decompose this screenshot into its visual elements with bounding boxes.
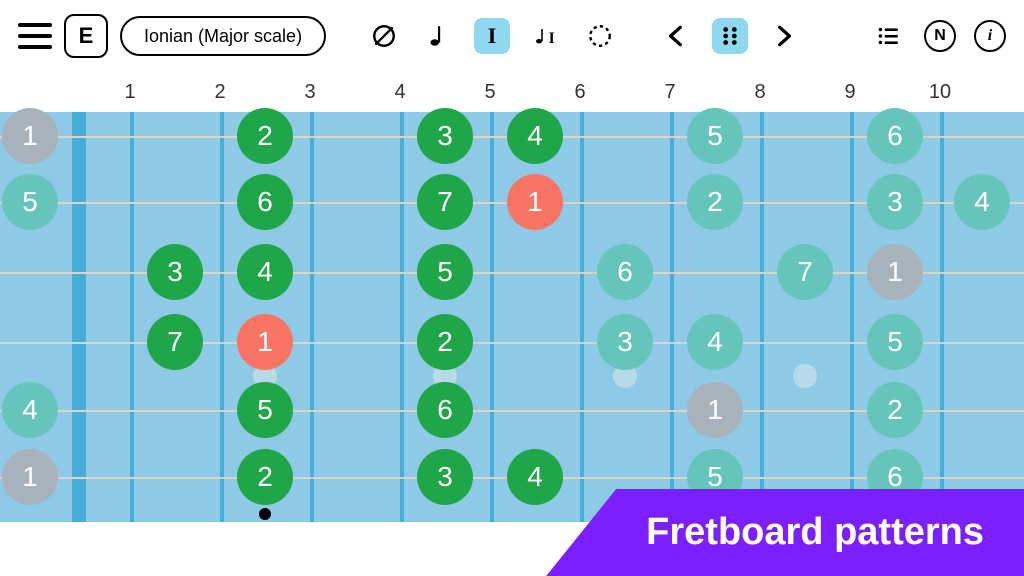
nut [72, 112, 86, 522]
fret-line [850, 112, 854, 522]
fret-number: 7 [625, 81, 715, 104]
empty-circle-icon[interactable] [366, 18, 402, 54]
note-dot[interactable]: 6 [597, 244, 653, 300]
fret-number: 6 [535, 81, 625, 104]
fret-number: 4 [355, 81, 445, 104]
note-dot[interactable]: 1 [867, 244, 923, 300]
fret-line [130, 112, 134, 522]
right-toolbar: N i [870, 18, 1006, 54]
fret-number: 9 [805, 81, 895, 104]
fret-numbers: 12345678910 [0, 72, 1024, 112]
note-interval-icon[interactable]: I [528, 18, 564, 54]
inlay-marker [793, 364, 817, 388]
toolbar: E Ionian (Major scale) I I N i [0, 0, 1024, 72]
fret-number: 3 [265, 81, 355, 104]
note-dot[interactable]: 5 [417, 244, 473, 300]
note-dot[interactable]: 6 [237, 174, 293, 230]
note-dot[interactable]: 2 [237, 108, 293, 164]
fret-number: 5 [445, 81, 535, 104]
note-dot[interactable]: 3 [867, 174, 923, 230]
next-icon[interactable] [766, 18, 802, 54]
fret-number: 10 [895, 81, 985, 104]
fret-number: 8 [715, 81, 805, 104]
dashed-circle-icon[interactable] [582, 18, 618, 54]
fret-number: 1 [85, 81, 175, 104]
note-dot[interactable]: 2 [417, 314, 473, 370]
note-dot[interactable]: 5 [687, 108, 743, 164]
fret-line [310, 112, 314, 522]
prev-icon[interactable] [658, 18, 694, 54]
note-dot[interactable]: 6 [417, 382, 473, 438]
dots-grid-icon[interactable] [712, 18, 748, 54]
note-dot[interactable]: 4 [954, 174, 1010, 230]
note-dot[interactable]: 3 [597, 314, 653, 370]
fret-line [760, 112, 764, 522]
svg-text:I: I [549, 30, 555, 47]
note-dot[interactable]: 2 [687, 174, 743, 230]
info-button[interactable]: i [974, 20, 1006, 52]
note-dot[interactable]: 4 [507, 108, 563, 164]
note-dot[interactable]: 3 [417, 108, 473, 164]
note-dot[interactable]: 3 [147, 244, 203, 300]
note-dot[interactable]: 1 [507, 174, 563, 230]
note-dot[interactable]: 1 [237, 314, 293, 370]
note-dot[interactable]: 1 [2, 449, 58, 505]
interval-icon[interactable]: I [474, 18, 510, 54]
display-mode-icons: I I [366, 18, 618, 54]
scale-button[interactable]: Ionian (Major scale) [120, 16, 326, 56]
note-dot[interactable]: 5 [867, 314, 923, 370]
note-dot[interactable]: 4 [507, 449, 563, 505]
note-dot[interactable]: 1 [2, 108, 58, 164]
note-dot[interactable]: 6 [867, 108, 923, 164]
note-dot[interactable]: 3 [417, 449, 473, 505]
note-names-button[interactable]: N [924, 20, 956, 52]
fretboard[interactable]: 154137264152375263414635241576315264 [0, 112, 1024, 522]
promo-banner: Fretboard patterns [546, 489, 1024, 576]
note-dot[interactable]: 4 [2, 382, 58, 438]
fret-line [940, 112, 944, 522]
list-icon[interactable] [870, 18, 906, 54]
position-marker [259, 508, 271, 520]
pattern-nav [658, 18, 802, 54]
note-icon[interactable] [420, 18, 456, 54]
note-dot[interactable]: 7 [147, 314, 203, 370]
fret-line [220, 112, 224, 522]
key-button[interactable]: E [64, 14, 108, 58]
note-dot[interactable]: 4 [237, 244, 293, 300]
note-dot[interactable]: 2 [867, 382, 923, 438]
menu-icon[interactable] [18, 23, 52, 49]
fret-number: 2 [175, 81, 265, 104]
note-dot[interactable]: 7 [777, 244, 833, 300]
note-dot[interactable]: 4 [687, 314, 743, 370]
note-dot[interactable]: 5 [2, 174, 58, 230]
fret-line [580, 112, 584, 522]
note-dot[interactable]: 5 [237, 382, 293, 438]
fret-line [670, 112, 674, 522]
fret-line [400, 112, 404, 522]
fret-line [490, 112, 494, 522]
note-dot[interactable]: 2 [237, 449, 293, 505]
note-dot[interactable]: 7 [417, 174, 473, 230]
note-dot[interactable]: 1 [687, 382, 743, 438]
